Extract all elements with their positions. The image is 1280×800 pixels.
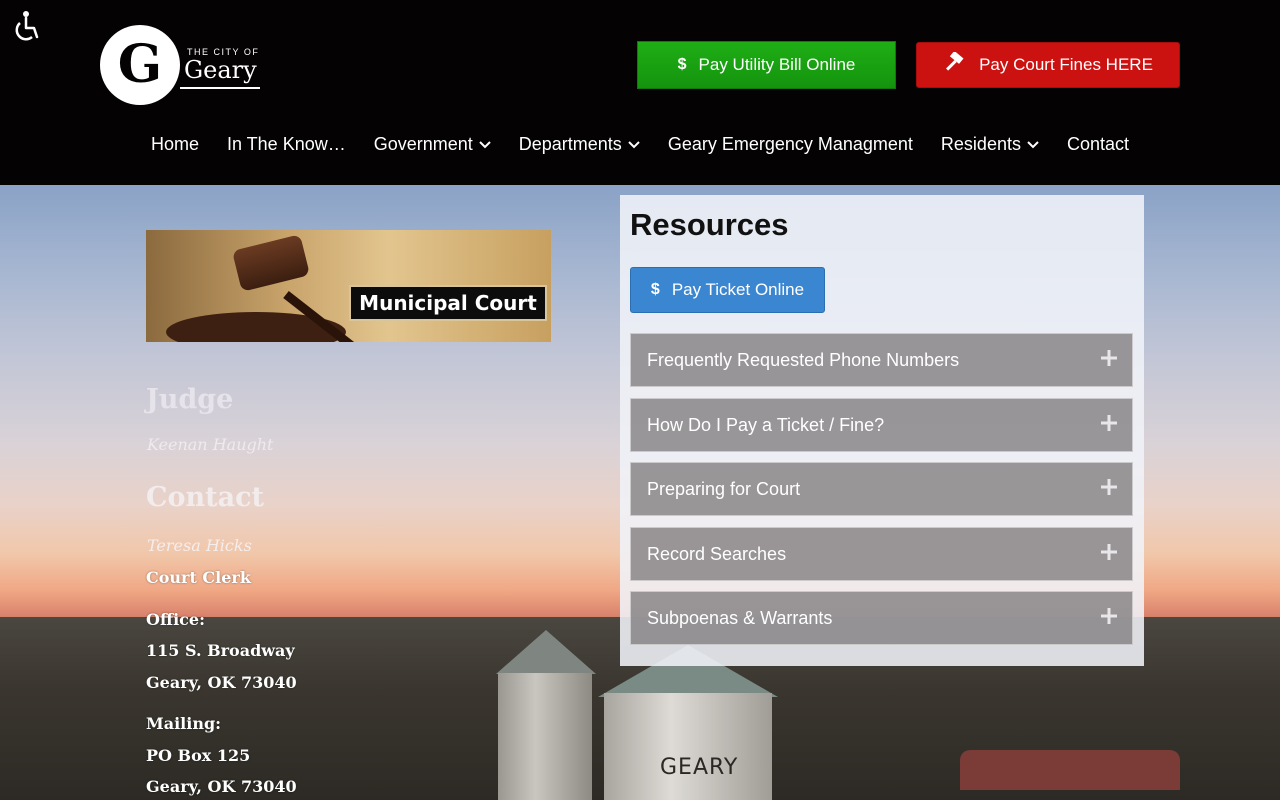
plus-icon [1101,544,1117,560]
logo-glyph: G [117,34,163,95]
nav-item-label: Departments [518,133,622,154]
background-building [960,750,1180,790]
site-header: G THE CITY OF Geary $ Pay Utility Bill O… [0,0,1280,185]
office-address-line2: Geary, OK 73040 [146,673,297,692]
plus-icon [1101,608,1117,624]
mailing-address-line1: PO Box 125 [146,746,251,765]
accordion-label: Preparing for Court [647,478,801,499]
nav-item-label: Home [150,133,199,154]
accordion-label: Subpoenas & Warrants [647,607,833,628]
office-label: Office: [146,610,205,629]
resources-panel: Resources $ Pay Ticket Online Frequently… [620,195,1144,666]
nav-item-residents[interactable]: Residents [927,134,1053,155]
city-logo[interactable]: G THE CITY OF Geary [100,24,270,106]
pay-utility-bill-button[interactable]: $ Pay Utility Bill Online [637,41,896,89]
silo-text: GEARY [660,755,739,780]
plus-icon [1101,415,1117,431]
grain-silo [604,693,772,800]
nav-item-label: In The Know… [226,133,346,154]
nav-item-label: Residents [940,133,1021,154]
accordion-pay-ticket[interactable]: How Do I Pay a Ticket / Fine? [630,398,1133,452]
pay-court-fines-label: Pay Court Fines HERE [979,55,1153,74]
resources-title: Resources [630,207,789,242]
judge-heading: Judge [146,384,234,415]
nav-item-label: Geary Emergency Managment [667,133,913,154]
accessibility-icon[interactable] [8,8,44,44]
municipal-court-banner: Municipal Court [146,230,551,342]
nav-item-in-the-know[interactable]: In The Know… [213,134,360,155]
plus-icon [1101,350,1117,366]
main-nav: Home In The Know… Government Departments… [0,118,1280,170]
chevron-down-icon [628,141,640,149]
office-address-line1: 115 S. Broadway [146,641,295,660]
pay-utility-bill-label: Pay Utility Bill Online [698,55,856,74]
accordion-subpoenas-warrants[interactable]: Subpoenas & Warrants [630,591,1133,645]
nav-item-label: Government [373,133,473,154]
pay-court-fines-button[interactable]: Pay Court Fines HERE [916,42,1180,88]
clerk-title: Court Clerk [146,568,251,587]
accordion-label: Frequently Requested Phone Numbers [647,349,960,370]
chevron-down-icon [1027,141,1039,149]
judge-name: Keenan Haught [147,435,274,454]
accordion-label: How Do I Pay a Ticket / Fine? [647,414,885,435]
chevron-down-icon [479,141,491,149]
contact-heading: Contact [146,482,265,513]
plus-icon [1101,479,1117,495]
nav-item-home[interactable]: Home [137,134,213,155]
accordion-label: Record Searches [647,543,787,564]
nav-item-label: Contact [1066,133,1130,154]
nav-item-contact[interactable]: Contact [1053,134,1143,155]
accordion-phone-numbers[interactable]: Frequently Requested Phone Numbers [630,333,1133,387]
clerk-name: Teresa Hicks [147,536,252,555]
mailing-label: Mailing: [146,714,222,733]
logo-name: Geary [184,56,257,84]
pay-ticket-online-label: Pay Ticket Online [671,280,805,299]
nav-item-emergency-management[interactable]: Geary Emergency Managment [654,134,927,155]
water-tower-roof [496,630,596,674]
gavel-icon [943,50,967,79]
nav-item-departments[interactable]: Departments [505,134,654,155]
logo-emblem: G [100,25,180,105]
dollar-icon: $ [677,56,687,73]
accordion-record-searches[interactable]: Record Searches [630,527,1133,581]
mailing-address-line2: Geary, OK 73040 [146,777,297,796]
gavel-head-graphic [231,234,311,292]
dollar-icon: $ [650,281,660,298]
water-tower [498,673,592,800]
nav-item-government[interactable]: Government [360,134,505,155]
accordion-preparing-for-court[interactable]: Preparing for Court [630,462,1133,516]
banner-label: Municipal Court [349,285,547,321]
logo-underline [180,87,260,89]
pay-ticket-online-button[interactable]: $ Pay Ticket Online [630,267,825,313]
